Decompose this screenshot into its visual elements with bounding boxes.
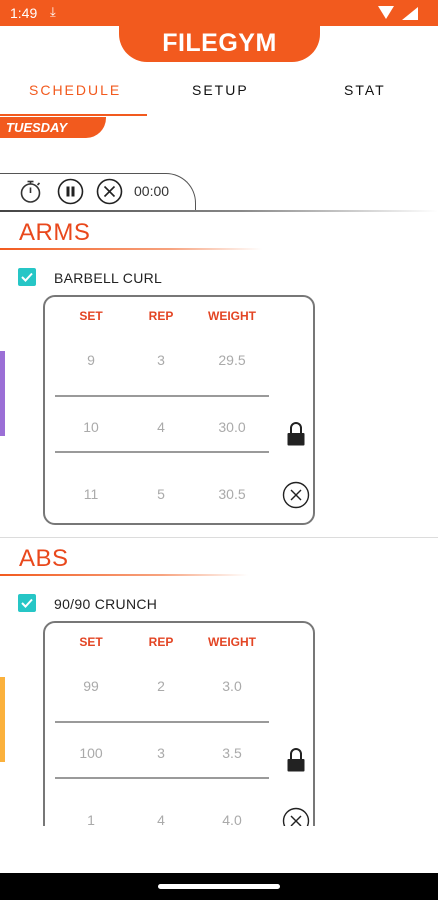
exercise-checkbox[interactable] — [18, 268, 36, 286]
set-cell[interactable]: 9 — [87, 352, 95, 368]
pause-button[interactable] — [57, 178, 84, 205]
weight-cell[interactable]: 30.0 — [218, 419, 245, 435]
section-title-arms: ARMS — [19, 219, 91, 246]
set-cell[interactable]: 100 — [79, 745, 102, 761]
download-arrow-icon: ⤓ — [50, 4, 56, 19]
picker-divider — [55, 777, 269, 779]
rep-cell[interactable]: 5 — [157, 486, 165, 502]
battery-icon — [402, 7, 418, 20]
rep-cell[interactable]: 2 — [157, 678, 165, 694]
exercise-name: 90/90 CRUNCH — [54, 596, 158, 612]
timer-display: 00:00 — [134, 183, 170, 199]
stop-button[interactable] — [96, 178, 123, 205]
lock-icon[interactable] — [286, 421, 306, 447]
timer-divider — [0, 210, 438, 212]
column-header-weight: WEIGHT — [208, 309, 256, 323]
home-gesture-handle[interactable] — [158, 884, 280, 889]
lock-icon[interactable] — [286, 747, 306, 773]
picker-divider — [55, 451, 269, 453]
weight-cell[interactable]: 29.5 — [218, 352, 245, 368]
active-tab-indicator — [0, 114, 147, 116]
section-underline — [0, 248, 262, 250]
weight-cell[interactable]: 4.0 — [222, 812, 241, 826]
wifi-icon — [378, 6, 394, 19]
weight-cell[interactable]: 3.0 — [222, 678, 241, 694]
day-badge: TUESDAY — [0, 117, 106, 138]
section-divider — [0, 537, 438, 538]
section-color-accent — [0, 351, 5, 436]
section-title-abs: ABS — [19, 545, 69, 572]
exercise-checkbox[interactable] — [18, 594, 36, 612]
set-cell[interactable]: 1 — [87, 812, 95, 826]
abs-card-clip: SET REP WEIGHT 99 2 3.0 100 3 3.5 1 4 4.… — [0, 620, 438, 826]
column-header-weight: WEIGHT — [208, 635, 256, 649]
picker-divider — [55, 395, 269, 397]
column-header-set: SET — [79, 309, 103, 323]
section-underline — [0, 574, 248, 576]
column-header-rep: REP — [148, 635, 174, 649]
nav-tabs: SCHEDULE SETUP STAT — [0, 72, 438, 118]
rep-cell[interactable]: 4 — [157, 812, 165, 826]
column-header-rep: REP — [148, 309, 174, 323]
set-cell[interactable]: 10 — [83, 419, 99, 435]
set-card: SET REP WEIGHT 99 2 3.0 100 3 3.5 1 4 4.… — [43, 621, 315, 826]
tab-schedule[interactable]: SCHEDULE — [29, 82, 121, 98]
remove-exercise-button[interactable] — [282, 481, 310, 509]
set-cell[interactable]: 99 — [83, 678, 99, 694]
set-cell[interactable]: 11 — [84, 486, 99, 502]
rep-cell[interactable]: 3 — [157, 352, 165, 368]
rep-cell[interactable]: 3 — [157, 745, 165, 761]
weight-cell[interactable]: 3.5 — [222, 745, 241, 761]
day-label: TUESDAY — [6, 120, 68, 135]
tab-setup[interactable]: SETUP — [192, 82, 249, 98]
app-title: FILEGYM — [162, 28, 277, 57]
status-bar: 1:49 ⤓ — [0, 0, 438, 26]
weight-cell[interactable]: 30.5 — [218, 486, 245, 502]
picker-divider — [55, 721, 269, 723]
remove-exercise-button[interactable] — [282, 807, 310, 826]
rep-cell[interactable]: 4 — [157, 419, 165, 435]
system-nav-bar — [0, 873, 438, 900]
app-header: FILEGYM — [119, 24, 320, 62]
set-card: SET REP WEIGHT 9 3 29.5 10 4 30.0 11 5 3… — [43, 295, 315, 525]
column-header-set: SET — [79, 635, 103, 649]
stopwatch-icon[interactable] — [17, 178, 44, 205]
status-time: 1:49 — [10, 5, 38, 21]
exercise-name: BARBELL CURL — [54, 270, 163, 286]
tab-stat[interactable]: STAT — [344, 82, 386, 98]
